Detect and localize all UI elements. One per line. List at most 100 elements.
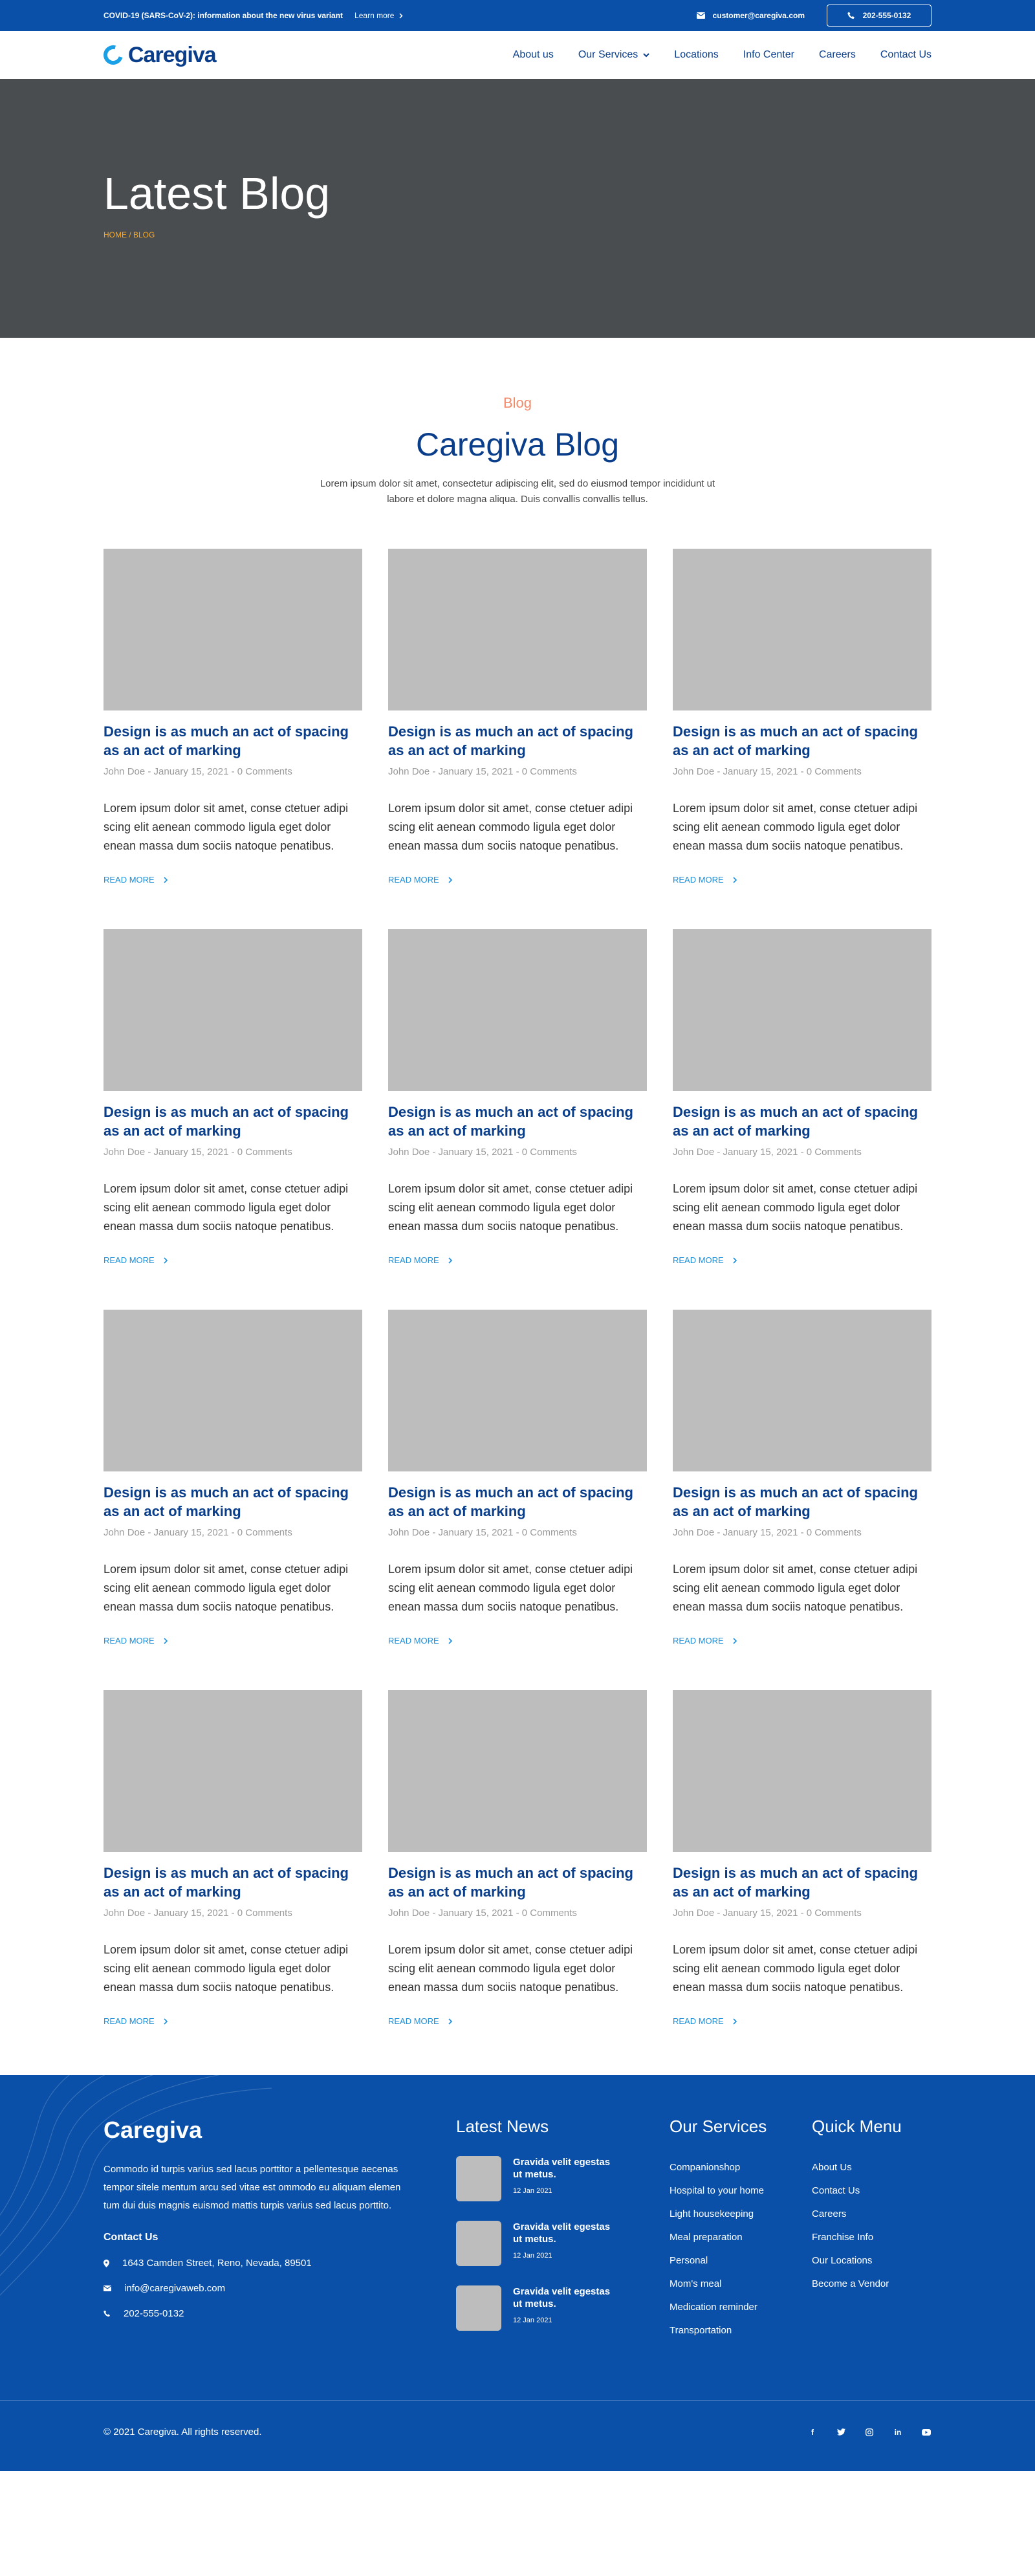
- blog-card-meta: John Doe - January 15, 2021 - 0 Comments: [673, 766, 862, 777]
- phone-icon: [847, 12, 855, 19]
- blog-card-meta: John Doe - January 15, 2021 - 0 Comments: [388, 766, 577, 777]
- blog-card-title[interactable]: Design is as much an act of spacing as a…: [388, 1483, 647, 1521]
- news-item[interactable]: Gravida velit egestas ut metus. 12 Jan 2…: [456, 2221, 670, 2266]
- envelope-icon: [696, 12, 705, 19]
- youtube-icon[interactable]: [921, 2427, 932, 2438]
- footer-address: 1643 Camden Street, Reno, Nevada, 89501: [104, 2258, 456, 2269]
- service-link[interactable]: Meal preparation: [670, 2226, 812, 2249]
- blog-card-title[interactable]: Design is as much an act of spacing as a…: [104, 1864, 362, 1901]
- blog-card-excerpt: Lorem ipsum dolor sit amet, conse ctetue…: [388, 1182, 633, 1233]
- blog-card-excerpt: Lorem ipsum dolor sit amet, conse ctetue…: [388, 1943, 633, 1994]
- blog-card-title[interactable]: Design is as much an act of spacing as a…: [673, 1483, 932, 1521]
- topbar-email-link[interactable]: customer@caregiva.com: [696, 11, 805, 20]
- footer-email[interactable]: info@caregivaweb.com: [104, 2283, 456, 2294]
- read-more-link[interactable]: READ MORE: [388, 1636, 647, 1646]
- blog-card-title[interactable]: Design is as much an act of spacing as a…: [673, 1864, 932, 1901]
- blog-card-title[interactable]: Design is as much an act of spacing as a…: [388, 1864, 647, 1901]
- blog-card-image[interactable]: [388, 929, 647, 1091]
- blog-card-title[interactable]: Design is as much an act of spacing as a…: [104, 1483, 362, 1521]
- blog-grid: Design is as much an act of spacing as a…: [104, 549, 932, 2026]
- chevron-right-icon: [164, 1257, 168, 1264]
- quick-menu-link[interactable]: Careers: [812, 2203, 928, 2226]
- section-title: Caregiva Blog: [415, 426, 620, 463]
- read-more-label: READ MORE: [673, 875, 724, 885]
- nav-our-services[interactable]: Our Services: [578, 49, 650, 61]
- blog-card-title[interactable]: Design is as much an act of spacing as a…: [673, 722, 932, 760]
- read-more-link[interactable]: READ MORE: [673, 2016, 932, 2026]
- read-more-link[interactable]: READ MORE: [673, 1636, 932, 1646]
- read-more-link[interactable]: READ MORE: [104, 1636, 362, 1646]
- chevron-right-icon: [448, 876, 452, 883]
- service-link[interactable]: Transportation: [670, 2319, 812, 2342]
- learn-more-link[interactable]: Learn more: [354, 11, 403, 20]
- blog-card: Design is as much an act of spacing as a…: [104, 549, 362, 885]
- blog-card-image[interactable]: [388, 1690, 647, 1852]
- read-more-label: READ MORE: [104, 875, 155, 885]
- blog-card-title[interactable]: Design is as much an act of spacing as a…: [104, 722, 362, 760]
- read-more-link[interactable]: READ MORE: [104, 2016, 362, 2026]
- site-logo[interactable]: Caregiva: [100, 41, 217, 69]
- blog-card-excerpt: Lorem ipsum dolor sit amet, conse ctetue…: [104, 1943, 349, 1994]
- nav-info-center[interactable]: Info Center: [743, 49, 794, 61]
- chevron-right-icon: [164, 1637, 168, 1644]
- news-thumbnail: [456, 2156, 501, 2201]
- nav-careers[interactable]: Careers: [819, 49, 856, 61]
- facebook-icon[interactable]: f: [807, 2427, 818, 2438]
- blog-card-excerpt: Lorem ipsum dolor sit amet, conse ctetue…: [388, 802, 633, 852]
- blog-card-image[interactable]: [388, 549, 647, 710]
- nav-locations[interactable]: Locations: [674, 49, 719, 61]
- news-item[interactable]: Gravida velit egestas ut metus. 12 Jan 2…: [456, 2285, 670, 2331]
- blog-card-image[interactable]: [104, 549, 362, 710]
- blog-card-image[interactable]: [673, 1310, 932, 1471]
- blog-card-image[interactable]: [104, 1690, 362, 1852]
- quick-menu-link[interactable]: Become a Vendor: [812, 2273, 928, 2296]
- blog-card-meta: John Doe - January 15, 2021 - 0 Comments: [388, 1908, 577, 1919]
- service-link[interactable]: Companionshop: [670, 2156, 812, 2179]
- read-more-link[interactable]: READ MORE: [388, 2016, 647, 2026]
- nav-contact-us[interactable]: Contact Us: [880, 49, 932, 61]
- read-more-label: READ MORE: [673, 2016, 724, 2026]
- blog-card: Design is as much an act of spacing as a…: [104, 1690, 362, 2026]
- read-more-link[interactable]: READ MORE: [388, 1255, 647, 1265]
- quick-menu-link[interactable]: About Us: [812, 2156, 928, 2179]
- blog-card-title[interactable]: Design is as much an act of spacing as a…: [388, 1103, 647, 1140]
- blog-card-image[interactable]: [673, 1690, 932, 1852]
- nav-about-us[interactable]: About us: [513, 49, 554, 61]
- quick-menu-link[interactable]: Contact Us: [812, 2179, 928, 2203]
- blog-card-image[interactable]: [104, 929, 362, 1091]
- footer-phone[interactable]: 202-555-0132: [104, 2308, 456, 2319]
- blog-card-image[interactable]: [673, 929, 932, 1091]
- news-item[interactable]: Gravida velit egestas ut metus. 12 Jan 2…: [456, 2156, 670, 2201]
- blog-card-image[interactable]: [388, 1310, 647, 1471]
- blog-card-excerpt: Lorem ipsum dolor sit amet, conse ctetue…: [104, 1563, 349, 1613]
- service-link[interactable]: Personal: [670, 2249, 812, 2273]
- quick-menu-link[interactable]: Our Locations: [812, 2249, 928, 2273]
- read-more-link[interactable]: READ MORE: [673, 1255, 932, 1265]
- topbar-phone-button[interactable]: 202-555-0132: [827, 5, 932, 27]
- service-link[interactable]: Medication reminder: [670, 2296, 812, 2319]
- footer-contact-title: Contact Us: [104, 2232, 158, 2243]
- quick-menu-link[interactable]: Franchise Info: [812, 2226, 928, 2249]
- read-more-label: READ MORE: [673, 1636, 724, 1646]
- blog-card-title[interactable]: Design is as much an act of spacing as a…: [673, 1103, 932, 1140]
- service-link[interactable]: Hospital to your home: [670, 2179, 812, 2203]
- read-more-link[interactable]: READ MORE: [388, 875, 647, 885]
- blog-card: Design is as much an act of spacing as a…: [104, 1310, 362, 1646]
- map-pin-icon: [104, 2259, 109, 2267]
- chevron-right-icon: [164, 876, 168, 883]
- instagram-icon[interactable]: [864, 2427, 875, 2438]
- service-link[interactable]: Mom's meal: [670, 2273, 812, 2296]
- read-more-link[interactable]: READ MORE: [104, 1255, 362, 1265]
- twitter-icon[interactable]: [836, 2427, 846, 2438]
- blog-card-title[interactable]: Design is as much an act of spacing as a…: [388, 722, 647, 760]
- read-more-link[interactable]: READ MORE: [104, 875, 362, 885]
- blog-card-title[interactable]: Design is as much an act of spacing as a…: [104, 1103, 362, 1140]
- news-title: Gravida velit egestas ut metus.: [513, 2221, 611, 2245]
- blog-card-image[interactable]: [104, 1310, 362, 1471]
- blog-card-image[interactable]: [673, 549, 932, 710]
- read-more-link[interactable]: READ MORE: [673, 875, 932, 885]
- chevron-right-icon: [448, 1637, 452, 1644]
- service-link[interactable]: Light housekeeping: [670, 2203, 812, 2226]
- linkedin-icon[interactable]: in: [893, 2427, 903, 2438]
- quick-menu-title: Quick Menu: [812, 2117, 902, 2136]
